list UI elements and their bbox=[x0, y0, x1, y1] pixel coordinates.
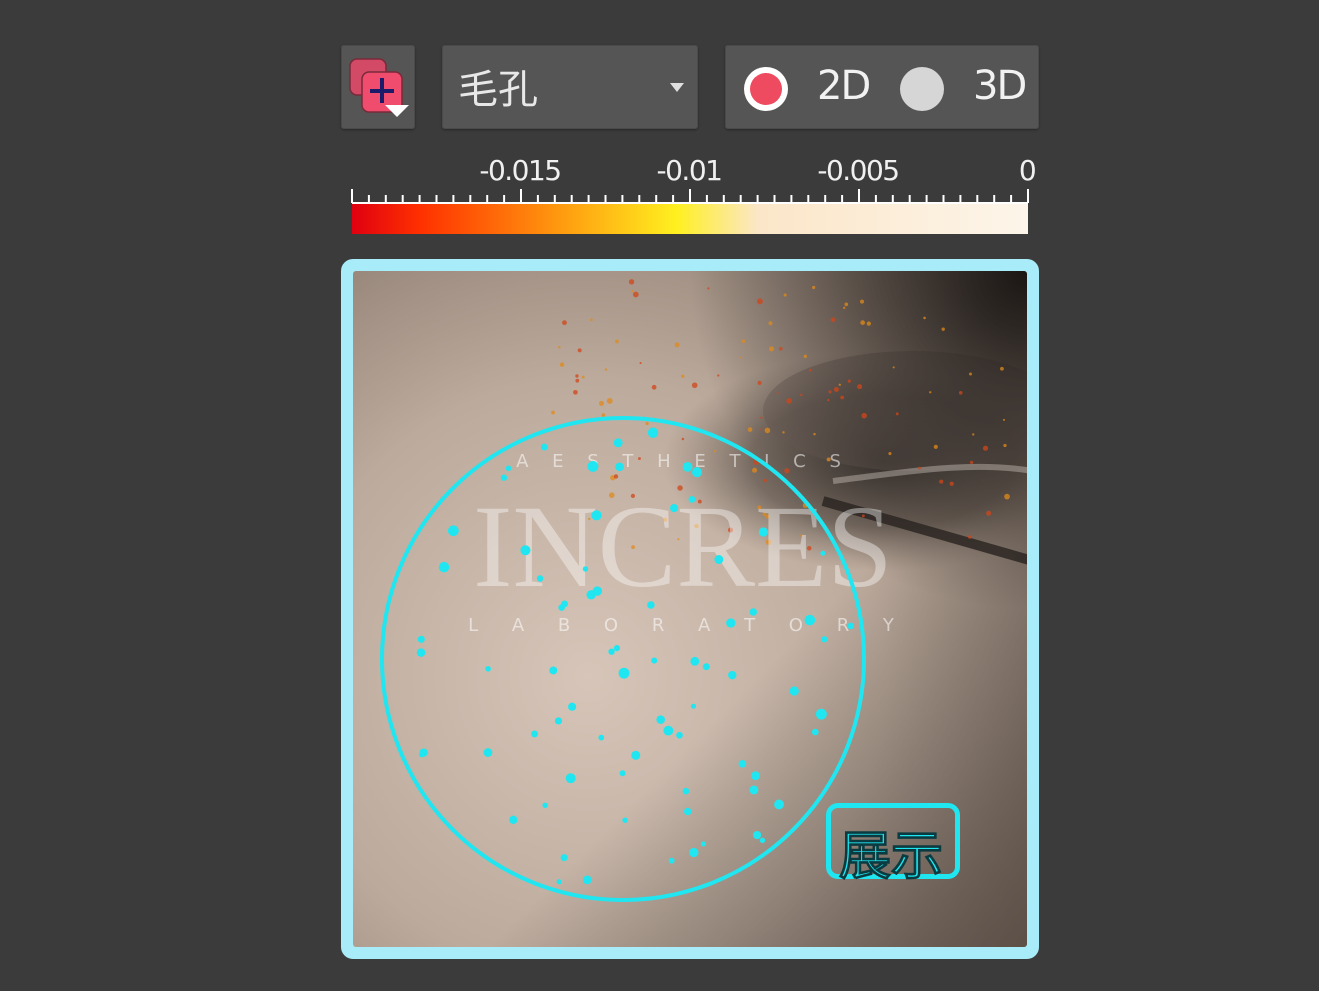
add-layer-button[interactable] bbox=[341, 45, 415, 129]
radio-2d-label[interactable]: 2D bbox=[817, 63, 871, 109]
watermark-laboratory: L A B O R A T O R Y bbox=[468, 615, 908, 636]
tick-label-1: -0.01 bbox=[657, 154, 722, 187]
add-layer-icon bbox=[349, 58, 409, 117]
watermark-brand: INCRES bbox=[473, 481, 893, 612]
radio-3d[interactable] bbox=[900, 67, 944, 111]
show-button-label: 展示 bbox=[838, 827, 944, 888]
colorbar-minor-ticks bbox=[351, 189, 1029, 203]
show-button[interactable]: 展示 bbox=[826, 803, 960, 888]
chevron-down-icon bbox=[670, 83, 684, 92]
colorbar-gradient bbox=[352, 204, 1028, 234]
mode-dropdown[interactable]: 毛孔 bbox=[442, 45, 698, 129]
radio-3d-label[interactable]: 3D bbox=[973, 63, 1027, 109]
mode-dropdown-value: 毛孔 bbox=[458, 67, 538, 113]
colorbar-legend: -0.015 -0.01 -0.005 0 bbox=[351, 154, 1037, 234]
watermark-aesthetics: A E S T H E T I C S bbox=[516, 451, 850, 472]
tick-label-2: -0.005 bbox=[817, 154, 898, 187]
radio-2d[interactable] bbox=[744, 67, 788, 111]
tick-label-3: 0 bbox=[1019, 154, 1035, 187]
tick-label-0: -0.015 bbox=[479, 154, 560, 187]
view-mode-toggle: 2D 3D bbox=[725, 45, 1039, 129]
